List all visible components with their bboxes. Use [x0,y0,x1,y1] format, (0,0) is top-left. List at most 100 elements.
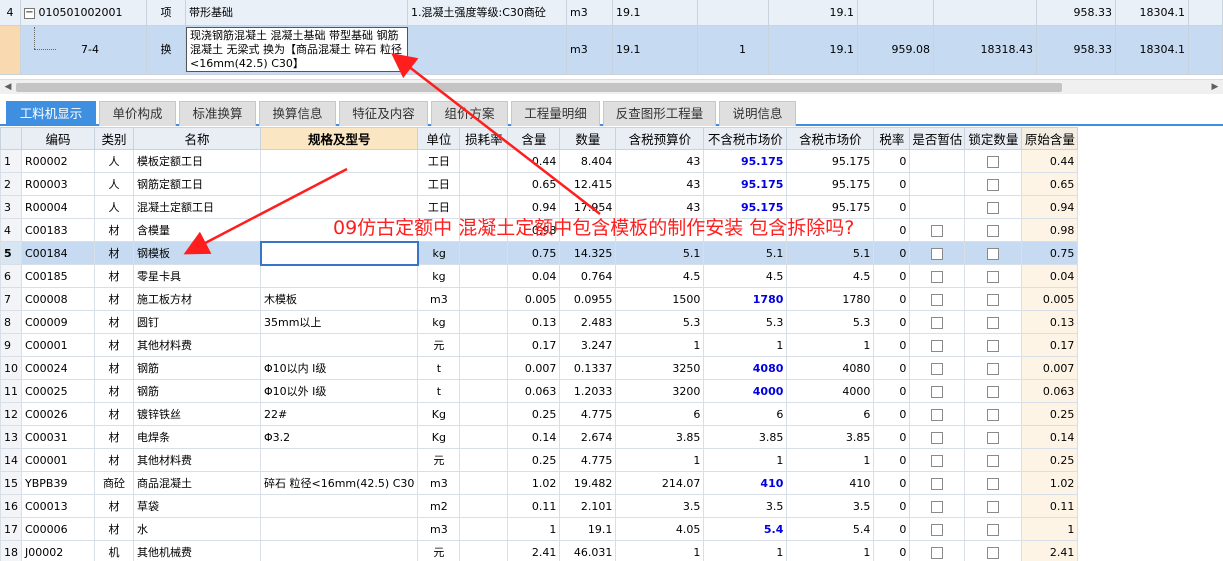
content-cell[interactable]: 0.14 [507,425,561,449]
name-cell[interactable]: 混凝土定额工日 [133,195,261,219]
loss-rate-cell[interactable] [459,287,509,311]
budget-price-cell[interactable]: 214.07 [615,471,705,495]
unit-cell[interactable]: kg [417,241,461,265]
market-price-ex-tax-cell[interactable]: 1 [703,448,788,472]
tab-features-content[interactable]: 特征及内容 [339,101,428,126]
spec-cell[interactable]: Φ10以外 I级 [259,379,419,403]
category-cell[interactable]: 材 [94,264,134,288]
budget-price-cell[interactable]: 3250 [615,356,705,380]
lock-quantity-checkbox[interactable] [987,247,1000,260]
loss-rate-cell[interactable] [459,494,509,518]
market-price-ex-tax-cell[interactable]: 1780 [703,287,788,311]
content-cell[interactable]: 0.13 [507,310,561,334]
loss-rate-cell[interactable] [459,517,509,541]
provisional-checkbox[interactable] [931,477,944,490]
header-budget-price[interactable]: 含税预算价 [615,127,705,150]
quantity-cell[interactable]: 46.031 [559,540,617,561]
content-cell[interactable]: 0.005 [507,287,561,311]
original-content-cell[interactable]: 0.75 [1021,241,1079,265]
unit-cell[interactable]: Kg [417,402,461,426]
lock-quantity-checkbox[interactable] [987,454,1000,467]
provisional-checkbox[interactable] [931,454,944,467]
market-price-in-tax-cell[interactable]: 5.1 [786,241,875,265]
budget-price-cell[interactable]: 1 [615,448,705,472]
code-cell[interactable]: C00006 [21,517,95,541]
tax-rate-cell[interactable]: 0 [873,471,911,495]
category-cell[interactable]: 材 [94,517,134,541]
quantity-cell[interactable]: 0.1337 [559,356,617,380]
category-cell[interactable]: 人 [94,149,134,173]
category-cell[interactable]: 材 [94,425,134,449]
spec-cell[interactable] [259,540,419,561]
table-row[interactable]: 8 C00009 材圆钉 35mm以上 kg 0.13 2.483 5.3 5.3 5.3 0 0.1… [0,310,1079,334]
tab-conversion-info[interactable]: 换算信息 [259,101,336,126]
loss-rate-cell[interactable] [459,379,509,403]
original-content-cell[interactable]: 0.04 [1021,264,1079,288]
tab-description[interactable]: 说明信息 [719,101,796,126]
quota-qty[interactable]: 19.1 [613,26,698,74]
lock-quantity-checkbox[interactable] [987,431,1000,444]
bill-item-row[interactable]: 4 − 010501002001 项 带形基础 1.混凝土强度等级:C30商砼 … [0,0,1223,26]
original-content-cell[interactable]: 1 [1021,517,1079,541]
provisional-checkbox[interactable] [931,316,944,329]
lock-quantity-checkbox[interactable] [987,293,1000,306]
provisional-checkbox[interactable] [931,247,944,260]
original-content-cell[interactable]: 0.13 [1021,310,1079,334]
code-cell[interactable]: C00031 [21,425,95,449]
header-category[interactable]: 类别 [94,127,134,150]
code-cell[interactable]: C00026 [21,402,95,426]
lock-quantity-checkbox[interactable] [987,477,1000,490]
category-cell[interactable]: 人 [94,195,134,219]
original-content-cell[interactable]: 1.02 [1021,471,1079,495]
table-row[interactable]: 9 C00001 材其他材料费元 0.17 3.247 1 1 1 0 0.17 [0,333,1079,357]
horizontal-scrollbar[interactable]: ◀ ▶ [0,79,1223,94]
header-spec[interactable]: 规格及型号 [259,127,419,150]
market-price-in-tax-cell[interactable]: 4080 [786,356,875,380]
market-price-in-tax-cell[interactable]: 410 [786,471,875,495]
code-cell[interactable]: C00024 [21,356,95,380]
loss-rate-cell[interactable] [459,310,509,334]
unit-cell[interactable]: kg [417,264,461,288]
scroll-left-icon[interactable]: ◀ [1,81,15,94]
original-content-cell[interactable]: 0.94 [1021,195,1079,219]
market-price-ex-tax-cell[interactable]: 95.175 [703,172,788,196]
lock-quantity-checkbox[interactable] [987,500,1000,513]
header-content[interactable]: 含量 [507,127,561,150]
market-price-in-tax-cell[interactable]: 6 [786,402,875,426]
tax-rate-cell[interactable]: 0 [873,333,911,357]
loss-rate-cell[interactable] [459,333,509,357]
quantity-cell[interactable]: 4.775 [559,448,617,472]
market-price-in-tax-cell[interactable]: 4.5 [786,264,875,288]
name-cell[interactable]: 其他材料费 [133,448,261,472]
category-cell[interactable]: 材 [94,310,134,334]
name-cell[interactable]: 钢筋 [133,356,261,380]
quantity-cell[interactable]: 12.415 [559,172,617,196]
spec-cell[interactable]: 35mm以上 [259,310,419,334]
budget-price-cell[interactable]: 5.1 [615,241,705,265]
name-cell[interactable]: 电焊条 [133,425,261,449]
header-market-price-in-tax[interactable]: 含税市场价 [786,127,875,150]
name-cell[interactable]: 钢筋定额工日 [133,172,261,196]
provisional-checkbox[interactable] [931,362,944,375]
unit-cell[interactable]: kg [417,310,461,334]
tab-pricing-scheme[interactable]: 组价方案 [431,101,508,126]
provisional-checkbox[interactable] [931,546,944,559]
quantity-cell[interactable]: 1.2033 [559,379,617,403]
spec-cell[interactable] [259,264,419,288]
provisional-checkbox[interactable] [931,270,944,283]
provisional-checkbox[interactable] [931,224,944,237]
code-cell[interactable]: R00003 [21,172,95,196]
original-content-cell[interactable]: 0.14 [1021,425,1079,449]
market-price-in-tax-cell[interactable]: 95.175 [786,172,875,196]
market-price-in-tax-cell[interactable]: 5.4 [786,517,875,541]
loss-rate-cell[interactable] [459,172,509,196]
tax-rate-cell[interactable]: 0 [873,425,911,449]
market-price-in-tax-cell[interactable]: 95.175 [786,149,875,173]
loss-rate-cell[interactable] [459,402,509,426]
content-cell[interactable]: 0.44 [507,149,561,173]
provisional-checkbox[interactable] [931,339,944,352]
quantity-cell[interactable]: 2.101 [559,494,617,518]
budget-price-cell[interactable]: 1 [615,540,705,561]
content-cell[interactable]: 0.007 [507,356,561,380]
spec-cell[interactable]: 22# [259,402,419,426]
